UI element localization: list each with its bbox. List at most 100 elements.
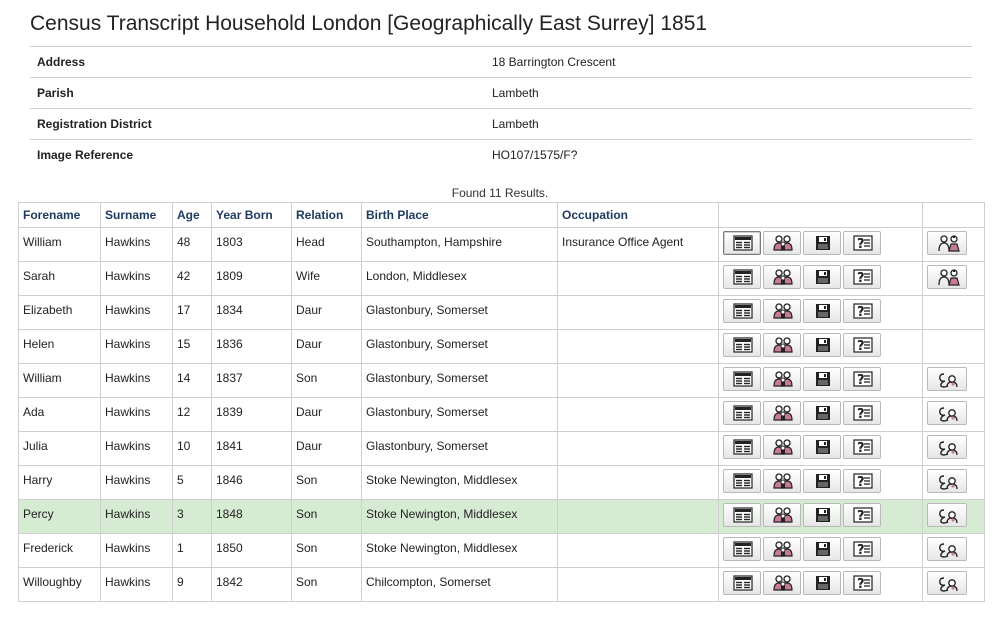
cell-birth-place: Stoke Newington, Middlesex bbox=[361, 533, 558, 568]
household-button[interactable] bbox=[763, 299, 801, 323]
cell-relation: Son bbox=[291, 499, 362, 534]
transcript-button[interactable] bbox=[723, 299, 761, 323]
column-header-family bbox=[922, 202, 985, 228]
svg-text:?: ? bbox=[857, 475, 865, 489]
cell-age: 17 bbox=[172, 295, 212, 330]
transcript-button[interactable] bbox=[723, 503, 761, 527]
cell-relation: Daur bbox=[291, 295, 362, 330]
save-button[interactable] bbox=[803, 299, 841, 323]
help-button[interactable]: ? bbox=[843, 333, 881, 357]
help-button[interactable]: ? bbox=[843, 571, 881, 595]
help-button[interactable]: ? bbox=[843, 299, 881, 323]
svg-text:?: ? bbox=[857, 271, 865, 285]
column-header-age: Age bbox=[172, 202, 212, 228]
save-button[interactable] bbox=[803, 231, 841, 255]
cell-forename: Ada bbox=[18, 397, 101, 432]
parents-button[interactable] bbox=[927, 367, 967, 391]
save-button[interactable] bbox=[803, 367, 841, 391]
cell-forename: Elizabeth bbox=[18, 295, 101, 330]
svg-text:?: ? bbox=[857, 441, 865, 455]
transcript-button[interactable] bbox=[723, 333, 761, 357]
household-button[interactable] bbox=[763, 367, 801, 391]
household-info: Address 18 Barrington Crescent Parish La… bbox=[30, 46, 972, 170]
household-button[interactable] bbox=[763, 401, 801, 425]
cell-birth-place: Glastonbury, Somerset bbox=[361, 431, 558, 466]
parents-button[interactable] bbox=[927, 469, 967, 493]
help-button[interactable]: ? bbox=[843, 503, 881, 527]
cell-birth-place: Glastonbury, Somerset bbox=[361, 329, 558, 364]
cell-surname: Hawkins bbox=[100, 295, 173, 330]
cell-relation: Daur bbox=[291, 329, 362, 364]
table-row: Sarah Hawkins 42 1809 Wife London, Middlesex? bbox=[18, 261, 985, 296]
cell-forename: Sarah bbox=[18, 261, 101, 296]
help-button[interactable]: ? bbox=[843, 367, 881, 391]
household-button[interactable] bbox=[763, 469, 801, 493]
help-button[interactable]: ? bbox=[843, 231, 881, 255]
family-cell bbox=[922, 567, 985, 602]
save-button[interactable] bbox=[803, 537, 841, 561]
cell-occupation bbox=[557, 431, 719, 466]
parents-button[interactable] bbox=[927, 435, 967, 459]
cell-age: 5 bbox=[172, 465, 212, 500]
cell-birth-place: Stoke Newington, Middlesex bbox=[361, 499, 558, 534]
results-count: Found 11 Results. bbox=[451, 186, 549, 200]
cell-age: 3 bbox=[172, 499, 212, 534]
transcript-button[interactable] bbox=[723, 401, 761, 425]
save-button[interactable] bbox=[803, 571, 841, 595]
info-value: Lambeth bbox=[492, 117, 539, 131]
cell-surname: Hawkins bbox=[100, 329, 173, 364]
cell-year-born: 1839 bbox=[211, 397, 292, 432]
household-button[interactable] bbox=[763, 265, 801, 289]
cell-surname: Hawkins bbox=[100, 465, 173, 500]
occupation-link[interactable]: Insurance Office Agent bbox=[557, 227, 719, 262]
svg-text:?: ? bbox=[857, 543, 865, 557]
help-button[interactable]: ? bbox=[843, 469, 881, 493]
transcript-button[interactable] bbox=[723, 367, 761, 391]
cell-occupation bbox=[557, 567, 719, 602]
transcript-button[interactable] bbox=[723, 571, 761, 595]
transcript-button[interactable] bbox=[723, 469, 761, 493]
cell-occupation bbox=[557, 261, 719, 296]
help-button[interactable]: ? bbox=[843, 401, 881, 425]
cell-year-born: 1850 bbox=[211, 533, 292, 568]
household-button[interactable] bbox=[763, 503, 801, 527]
household-button[interactable] bbox=[763, 333, 801, 357]
transcript-button[interactable] bbox=[723, 265, 761, 289]
row-actions: ? bbox=[718, 499, 923, 534]
table-row: Frederick Hawkins 1 1850 Son Stoke Newington,… bbox=[18, 533, 985, 568]
parents-button[interactable] bbox=[927, 503, 967, 527]
save-button[interactable] bbox=[803, 333, 841, 357]
cell-age: 14 bbox=[172, 363, 212, 398]
save-button[interactable] bbox=[803, 401, 841, 425]
household-button[interactable] bbox=[763, 231, 801, 255]
transcript-button[interactable] bbox=[723, 231, 761, 255]
cell-age: 12 bbox=[172, 397, 212, 432]
save-button[interactable] bbox=[803, 265, 841, 289]
help-button[interactable]: ? bbox=[843, 435, 881, 459]
svg-text:?: ? bbox=[857, 577, 865, 591]
parents-button[interactable] bbox=[927, 401, 967, 425]
household-button[interactable] bbox=[763, 537, 801, 561]
household-button[interactable] bbox=[763, 571, 801, 595]
couple-button[interactable] bbox=[927, 265, 967, 289]
cell-occupation bbox=[557, 329, 719, 364]
cell-age: 15 bbox=[172, 329, 212, 364]
save-button[interactable] bbox=[803, 435, 841, 459]
column-header-relation: Relation bbox=[291, 202, 362, 228]
save-button[interactable] bbox=[803, 503, 841, 527]
transcript-button[interactable] bbox=[723, 537, 761, 561]
parents-button[interactable] bbox=[927, 571, 967, 595]
family-cell bbox=[922, 465, 985, 500]
parents-button[interactable] bbox=[927, 537, 967, 561]
save-button[interactable] bbox=[803, 469, 841, 493]
cell-birth-place: Glastonbury, Somerset bbox=[361, 295, 558, 330]
cell-occupation bbox=[557, 363, 719, 398]
cell-occupation bbox=[557, 397, 719, 432]
help-button[interactable]: ? bbox=[843, 265, 881, 289]
info-value: Lambeth bbox=[492, 86, 539, 100]
transcript-button[interactable] bbox=[723, 435, 761, 459]
couple-button[interactable] bbox=[927, 231, 967, 255]
help-button[interactable]: ? bbox=[843, 537, 881, 561]
household-button[interactable] bbox=[763, 435, 801, 459]
cell-age: 10 bbox=[172, 431, 212, 466]
